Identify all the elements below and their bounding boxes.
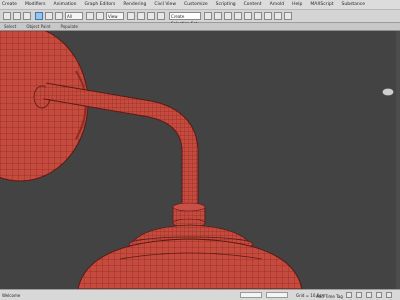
viewport-edge xyxy=(396,31,400,289)
status-bar: Welcome Grid = 10.0cm Add Time Tag xyxy=(0,289,400,300)
globe-shade-mesh xyxy=(77,238,303,289)
rotate-icon[interactable] xyxy=(86,12,94,20)
pivot-icon[interactable] xyxy=(127,12,135,20)
add-time-tag-text[interactable]: Add Time Tag xyxy=(316,294,343,299)
move-icon[interactable] xyxy=(55,12,63,20)
menu-bar: Create Modifiers Animation Graph Editors… xyxy=(0,0,400,10)
connector-nut-mesh xyxy=(172,202,206,228)
pan-icon[interactable] xyxy=(376,292,382,298)
render-icon[interactable] xyxy=(284,12,292,20)
link-icon[interactable] xyxy=(23,12,31,20)
align-icon[interactable] xyxy=(214,12,222,20)
scale-icon[interactable] xyxy=(96,12,104,20)
select-by-name-icon[interactable] xyxy=(45,12,53,20)
menu-item-scripting[interactable]: Scripting xyxy=(216,2,236,7)
y-coordinate-field[interactable] xyxy=(266,292,288,298)
menu-item-rendering[interactable]: Rendering xyxy=(123,2,146,7)
reference-coordinate-dropdown[interactable]: View xyxy=(106,12,124,20)
layers-icon[interactable] xyxy=(224,12,232,20)
viewcube-icon[interactable] xyxy=(382,81,394,96)
mirror-icon[interactable] xyxy=(204,12,212,20)
menu-item-help[interactable]: Help xyxy=(292,2,302,7)
ribbon-tab-select[interactable]: Select xyxy=(4,24,16,29)
menu-item-arnold[interactable]: Arnold xyxy=(270,2,285,7)
orbit-icon[interactable] xyxy=(386,292,392,298)
menu-item-substance[interactable]: Substance xyxy=(342,2,366,7)
viewport-canvas xyxy=(0,31,303,289)
schematic-view-icon[interactable] xyxy=(244,12,252,20)
ribbon-tab-object-paint[interactable]: Object Paint xyxy=(26,24,50,29)
next-frame-icon[interactable] xyxy=(356,292,362,298)
menu-item-content[interactable]: Content xyxy=(244,2,262,7)
selection-set-field[interactable]: Create Selection Set xyxy=(169,12,201,26)
undo-icon[interactable] xyxy=(3,12,11,20)
perspective-viewport[interactable] xyxy=(0,31,400,289)
ribbon-tab-populate[interactable]: Populate xyxy=(61,24,78,29)
menu-item-graph-editors[interactable]: Graph Editors xyxy=(84,2,115,7)
angle-snap-icon[interactable] xyxy=(147,12,155,20)
zoom-icon[interactable] xyxy=(366,292,372,298)
curve-editor-icon[interactable] xyxy=(234,12,242,20)
play-icon[interactable] xyxy=(346,292,352,298)
menu-item-modifiers[interactable]: Modifiers xyxy=(25,2,46,7)
select-object-icon[interactable] xyxy=(35,12,43,20)
menu-item-customize[interactable]: Customize xyxy=(184,2,208,7)
main-toolbar: All View Create Selection Set xyxy=(0,10,400,26)
menu-item-maxscript[interactable]: MAXScript xyxy=(310,2,333,7)
render-setup-icon[interactable] xyxy=(264,12,272,20)
status-welcome-text: Welcome xyxy=(2,293,21,298)
material-editor-icon[interactable] xyxy=(254,12,262,20)
snap-toggle-icon[interactable] xyxy=(137,12,145,20)
menu-item-create[interactable]: Create xyxy=(2,2,17,7)
selection-filter-dropdown[interactable]: All xyxy=(65,12,83,20)
redo-icon[interactable] xyxy=(13,12,21,20)
menu-item-civil-view[interactable]: Civil View xyxy=(154,2,176,7)
percent-snap-icon[interactable] xyxy=(157,12,165,20)
menu-item-animation[interactable]: Animation xyxy=(54,2,77,7)
x-coordinate-field[interactable] xyxy=(240,292,262,298)
render-frame-icon[interactable] xyxy=(274,12,282,20)
ribbon-tabs: Select Object Paint Populate xyxy=(0,23,400,31)
